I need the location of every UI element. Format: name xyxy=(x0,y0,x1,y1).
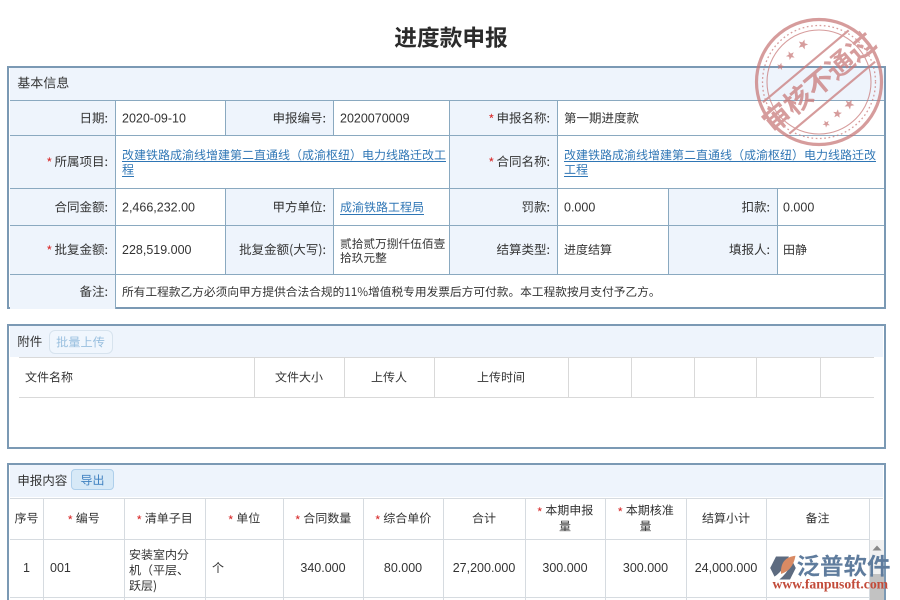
svg-text:2020070009: 2020070009 xyxy=(340,112,410,126)
svg-text:2020-09-10: 2020-09-10 xyxy=(122,112,186,126)
svg-text:27,200.000: 27,200.000 xyxy=(453,561,516,575)
svg-text:300.000: 300.000 xyxy=(623,561,668,575)
svg-text:1: 1 xyxy=(23,561,30,575)
svg-text:300.000: 300.000 xyxy=(542,561,587,575)
svg-text:24,000.000: 24,000.000 xyxy=(695,561,758,575)
svg-text:www.fanpusoft.com: www.fanpusoft.com xyxy=(773,577,889,592)
svg-text:340.000: 340.000 xyxy=(300,561,345,575)
svg-text:0.000: 0.000 xyxy=(564,201,595,215)
svg-text:001: 001 xyxy=(50,561,71,575)
svg-text:0.000: 0.000 xyxy=(783,201,814,215)
svg-text:228,519.000: 228,519.000 xyxy=(122,243,192,257)
svg-text:80.000: 80.000 xyxy=(384,561,422,575)
svg-text:2,466,232.00: 2,466,232.00 xyxy=(122,201,195,215)
